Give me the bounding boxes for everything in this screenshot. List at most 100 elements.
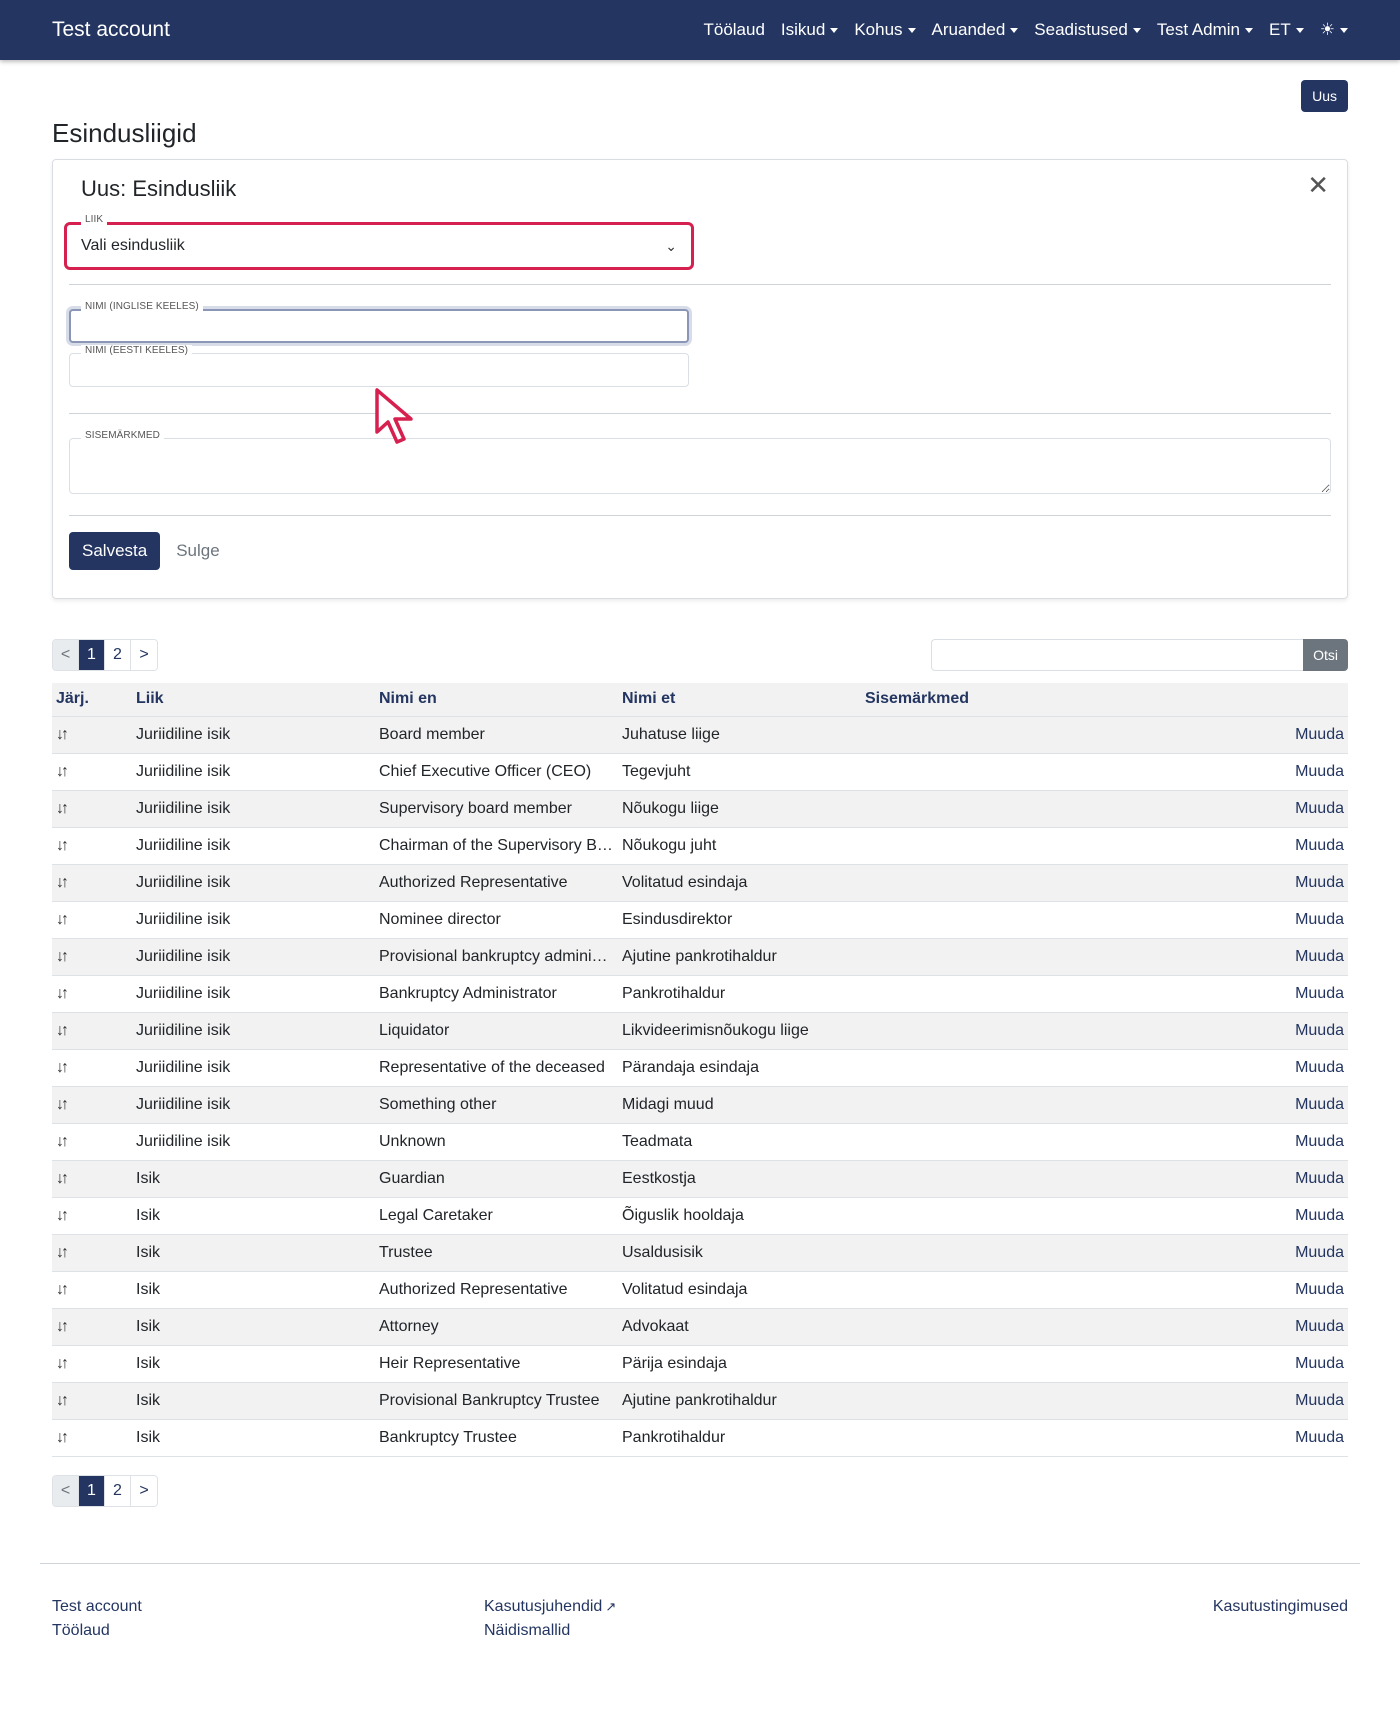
edit-link[interactable]: Muuda [1183,1049,1348,1087]
header-name-et[interactable]: Nimi et [618,683,861,717]
drag-handle[interactable]: ↓↑ [52,1308,132,1346]
save-button[interactable]: Salvesta [69,532,161,570]
drag-handle[interactable]: ↓↑ [52,1086,132,1124]
drag-handle[interactable]: ↓↑ [52,938,132,976]
footer-link-dashboard[interactable]: Töölaud [52,1622,484,1640]
drag-handle[interactable]: ↓↑ [52,975,132,1013]
pagination-page-1[interactable]: 1 [79,1475,105,1506]
nav-item-language[interactable]: ET [1269,20,1304,40]
nav-item-kohus[interactable]: Kohus [854,20,916,40]
pagination-next[interactable]: > [131,1475,157,1506]
edit-link[interactable]: Muuda [1183,1086,1348,1124]
drag-handle[interactable]: ↓↑ [52,827,132,865]
header-notes[interactable]: Sisemärkmed [861,683,1184,717]
drag-handle[interactable]: ↓↑ [52,716,132,754]
drag-handle[interactable]: ↓↑ [52,1049,132,1087]
header-name-en[interactable]: Nimi en [375,683,618,717]
caret-down-icon [830,27,839,33]
nav-label: Aruanded [931,20,1006,39]
cell-name-en: Provisional Bankruptcy Trustee [375,1382,618,1420]
caret-down-icon [1340,27,1348,33]
table-row: ↓↑ Juriidiline isik Authorized Representat… [52,864,1348,902]
cell-name-et: Tegevjuht [618,753,861,791]
table-toolbar: < 1 2 > Otsi [52,639,1348,671]
nav-item-toolaud[interactable]: Töölaud [703,20,764,40]
pagination-next[interactable]: > [131,640,157,670]
edit-link[interactable]: Muuda [1183,1345,1348,1383]
edit-link[interactable]: Muuda [1183,1160,1348,1198]
name-en-input[interactable] [69,309,689,343]
table-body: ↓↑ Juriidiline isik Board member Juhatuse l… [52,716,1348,1457]
pagination-page-2[interactable]: 2 [105,640,131,670]
nav-item-isikud[interactable]: Isikud [781,20,839,40]
caret-down-icon [1245,27,1254,33]
edit-link[interactable]: Muuda [1183,1308,1348,1346]
drag-handle[interactable]: ↓↑ [52,1123,132,1161]
drag-handle[interactable]: ↓↑ [52,1382,132,1420]
caret-down-icon [1010,27,1019,33]
drag-handle[interactable]: ↓↑ [52,790,132,828]
drag-handle[interactable]: ↓↑ [52,1419,132,1457]
name-et-input[interactable] [69,353,689,387]
cell-name-en: Authorized Representative [375,1271,618,1309]
edit-link[interactable]: Muuda [1183,1012,1348,1050]
notes-textarea[interactable] [69,438,1331,494]
cell-name-et: Ajutine pankrotihaldur [618,938,861,976]
cell-name-en: Unknown [375,1123,618,1161]
drag-handle[interactable]: ↓↑ [52,1012,132,1050]
nav-label: Kohus [854,20,903,39]
edit-link[interactable]: Muuda [1183,1271,1348,1309]
pagination-page-1[interactable]: 1 [79,640,105,670]
search-input[interactable] [931,639,1304,671]
footer-link-templates[interactable]: Näidismallid [484,1622,916,1640]
pagination-page-2[interactable]: 2 [105,1475,131,1506]
new-button[interactable]: Uus [1301,80,1348,112]
nav-item-aruanded[interactable]: Aruanded [932,20,1019,40]
edit-link[interactable]: Muuda [1183,1382,1348,1420]
type-select-value: Vali esindusliik [81,237,185,254]
drag-handle[interactable]: ↓↑ [52,864,132,902]
header-type[interactable]: Liik [132,683,375,717]
caret-down-icon [907,27,916,33]
edit-link[interactable]: Muuda [1183,975,1348,1013]
footer-link-guides[interactable]: Kasutusjuhendid ↗ [484,1598,916,1616]
pagination-prev[interactable]: < [53,1475,79,1506]
footer-link-label: Kasutusjuhendid [484,1597,603,1615]
name-et-label: Nimi (eesti keeles) [81,345,193,356]
brand-link[interactable]: Test account [52,18,170,42]
edit-link[interactable]: Muuda [1183,1419,1348,1457]
footer-link-account[interactable]: Test account [52,1598,484,1616]
edit-link[interactable]: Muuda [1183,901,1348,939]
close-icon[interactable]: ✕ [1307,172,1329,198]
pagination-prev[interactable]: < [53,640,79,670]
footer-link-terms[interactable]: Kasutustingimused [1213,1598,1348,1616]
cell-name-et: Midagi muud [618,1086,861,1124]
drag-handle[interactable]: ↓↑ [52,1234,132,1272]
drag-handle[interactable]: ↓↑ [52,1160,132,1198]
edit-link[interactable]: Muuda [1183,1197,1348,1235]
edit-link[interactable]: Muuda [1183,864,1348,902]
header-order[interactable]: Järj. [52,683,132,717]
close-link[interactable]: Sulge [176,541,219,561]
edit-link[interactable]: Muuda [1183,716,1348,754]
cell-notes [861,1123,1184,1161]
nav-item-seadistused[interactable]: Seadistused [1034,20,1141,40]
drag-handle[interactable]: ↓↑ [52,1197,132,1235]
edit-link[interactable]: Muuda [1183,753,1348,791]
cell-notes [861,1012,1184,1050]
edit-link[interactable]: Muuda [1183,1123,1348,1161]
edit-link[interactable]: Muuda [1183,790,1348,828]
drag-handle[interactable]: ↓↑ [52,1271,132,1309]
theme-toggle[interactable]: ☀ [1320,20,1348,40]
sort-arrows-icon: ↓↑ [56,873,69,891]
edit-link[interactable]: Muuda [1183,1234,1348,1272]
drag-handle[interactable]: ↓↑ [52,901,132,939]
edit-link[interactable]: Muuda [1183,827,1348,865]
edit-link[interactable]: Muuda [1183,938,1348,976]
type-select[interactable]: Vali esindusliik ⌄ [64,222,694,270]
search-button[interactable]: Otsi [1303,639,1348,671]
drag-handle[interactable]: ↓↑ [52,1345,132,1383]
drag-handle[interactable]: ↓↑ [52,753,132,791]
nav-item-user-menu[interactable]: Test Admin [1157,20,1254,40]
cell-notes [861,1345,1184,1383]
